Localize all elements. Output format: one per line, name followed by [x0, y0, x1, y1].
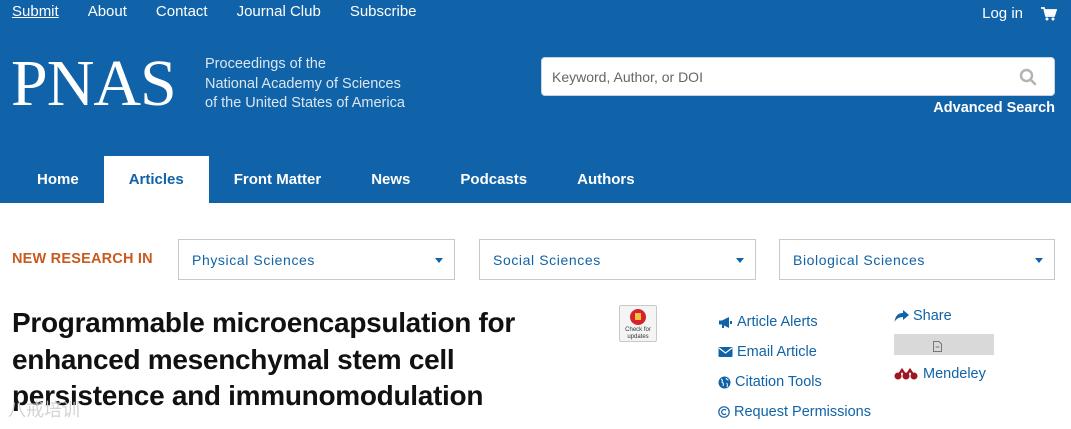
select-value: Social Sciences: [493, 252, 601, 268]
select-value: Physical Sciences: [192, 252, 316, 268]
envelope-icon: [718, 347, 733, 357]
article-title: Programmable microencapsulation for enha…: [12, 305, 592, 415]
site-tagline: Proceedings of the National Academy of S…: [205, 55, 405, 114]
request-permissions-link[interactable]: Request Permissions: [718, 397, 871, 427]
tab-front-matter[interactable]: Front Matter: [209, 156, 347, 203]
crossmark-badge[interactable]: Check for updates: [619, 305, 657, 342]
tab-articles[interactable]: Articles: [103, 156, 209, 203]
shopping-cart-icon[interactable]: [1041, 7, 1057, 21]
search-icon[interactable]: [1019, 68, 1037, 86]
share-label: Share: [913, 308, 952, 324]
utility-link-submit[interactable]: Submit: [12, 4, 59, 20]
social-sciences-select[interactable]: Social Sciences: [479, 239, 756, 280]
search-box: [541, 57, 1055, 96]
tool-label: Request Permissions: [734, 404, 871, 420]
search-input[interactable]: [552, 58, 1012, 95]
bookmark-button[interactable]: [894, 334, 994, 355]
mendeley-icon: [894, 367, 918, 380]
pnas-logo[interactable]: PNAS: [11, 49, 177, 119]
title-line-2: enhanced mesenchymal stem cell: [12, 343, 455, 375]
select-value: Biological Sciences: [793, 252, 926, 268]
megaphone-icon: [719, 316, 732, 328]
mendeley-label: Mendeley: [923, 366, 986, 382]
share-arrow-icon: [894, 310, 909, 322]
site-header: Submit About Contact Journal Club Subscr…: [0, 0, 1071, 203]
login-link[interactable]: Log in: [982, 6, 1023, 22]
crossmark-text-line-2: updates: [627, 334, 649, 340]
tab-podcasts[interactable]: Podcasts: [435, 156, 552, 203]
main-nav: Home Articles Front Matter News Podcasts…: [12, 156, 660, 203]
tool-label: Article Alerts: [737, 314, 818, 330]
physical-sciences-select[interactable]: Physical Sciences: [178, 239, 455, 280]
tab-authors[interactable]: Authors: [552, 156, 660, 203]
utility-link-contact[interactable]: Contact: [156, 4, 208, 20]
tagline-line-3: of the United States of America: [205, 95, 405, 111]
new-research-label: NEW RESEARCH IN: [12, 251, 153, 267]
tagline-line-2: National Academy of Sciences: [205, 75, 401, 92]
utility-nav: Submit About Contact Journal Club Subscr…: [12, 4, 446, 20]
watermark: 八戒培训: [8, 400, 80, 420]
title-line-1: Programmable microencapsulation for: [12, 307, 515, 338]
utility-link-journal-club[interactable]: Journal Club: [237, 4, 321, 20]
mendeley-link[interactable]: Mendeley: [894, 365, 986, 383]
tagline-line-1: Proceedings of the: [205, 56, 326, 72]
title-line-3: persistence and immunomodulation: [12, 380, 484, 411]
chevron-down-icon: [736, 258, 744, 263]
advanced-search-link[interactable]: Advanced Search: [933, 100, 1055, 116]
tab-news[interactable]: News: [346, 156, 435, 203]
globe-icon: [718, 376, 731, 388]
article-tools: Article Alerts Email Article Citation To…: [718, 307, 871, 427]
tab-home[interactable]: Home: [12, 156, 104, 203]
tool-label: Email Article: [737, 344, 817, 360]
document-icon: [933, 341, 942, 352]
chevron-down-icon: [435, 258, 443, 263]
share-button[interactable]: Share: [894, 307, 952, 325]
chevron-down-icon: [1035, 258, 1043, 263]
biological-sciences-select[interactable]: Biological Sciences: [779, 239, 1055, 280]
citation-tools-link[interactable]: Citation Tools: [718, 367, 871, 397]
tool-label: Citation Tools: [735, 374, 822, 390]
crossmark-text: Check for updates: [620, 327, 656, 341]
article-alerts-link[interactable]: Article Alerts: [718, 307, 871, 337]
utility-link-about[interactable]: About: [88, 4, 127, 20]
utility-link-subscribe[interactable]: Subscribe: [350, 4, 417, 20]
crossmark-text-line-1: Check for: [625, 327, 651, 333]
email-article-link[interactable]: Email Article: [718, 337, 871, 367]
copyright-icon: [718, 406, 730, 418]
crossmark-icon: [630, 309, 646, 325]
